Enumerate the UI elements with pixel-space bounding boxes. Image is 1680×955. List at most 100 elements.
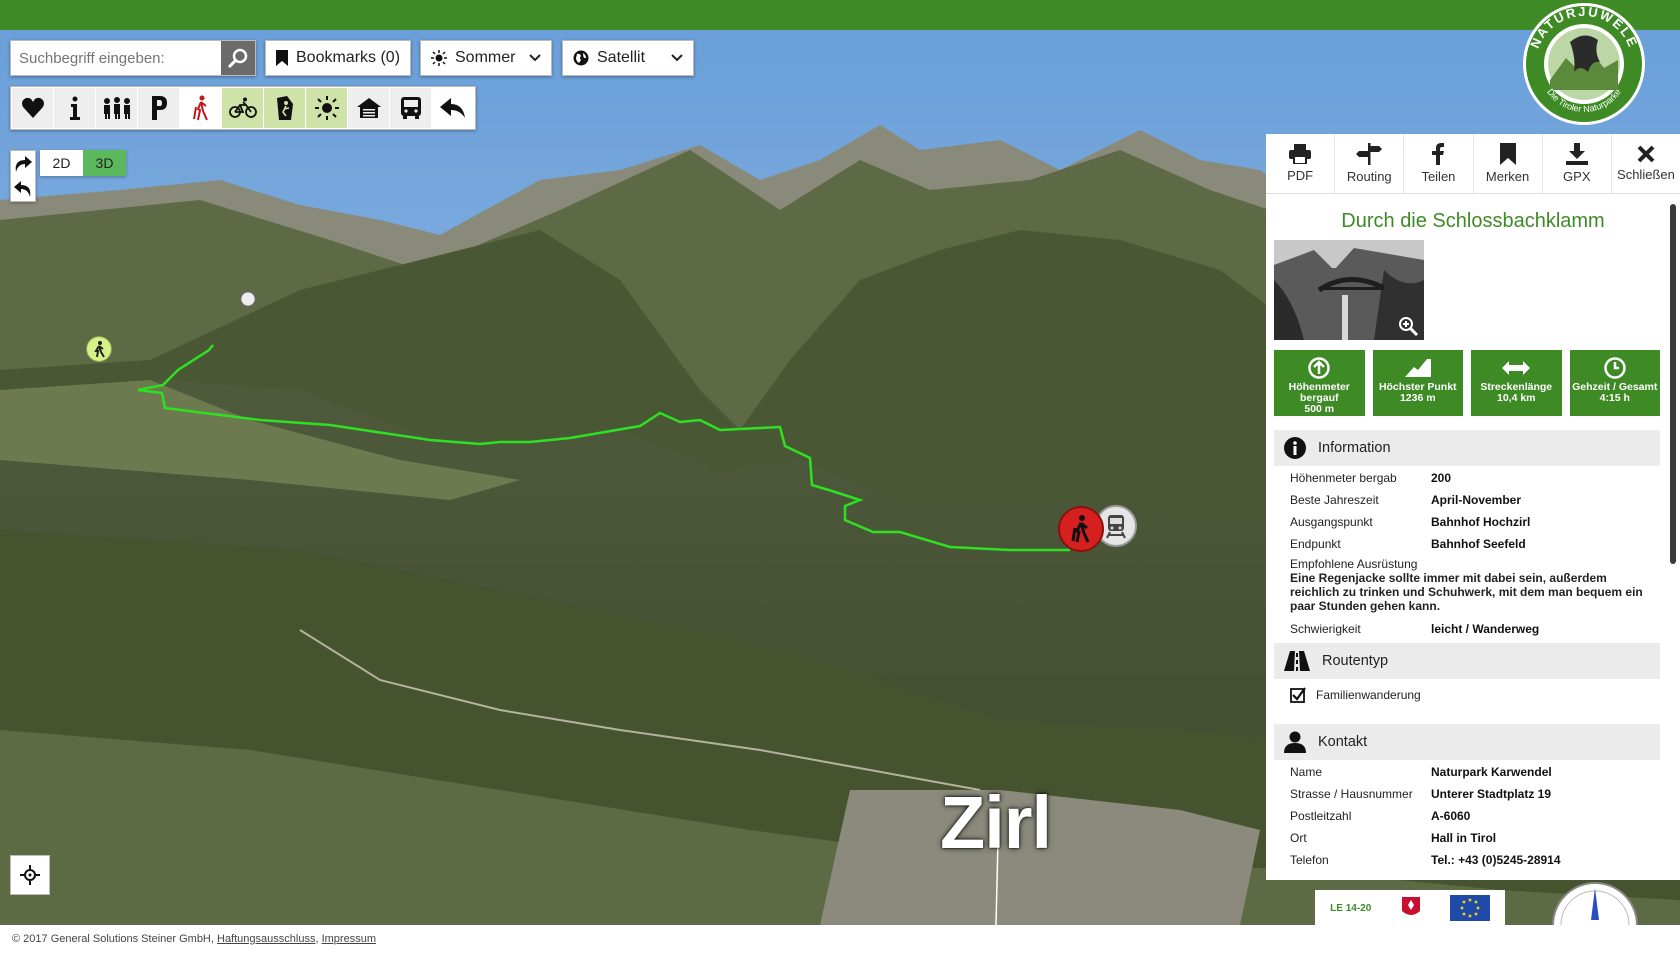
bookmarks-label: Bookmarks (0) xyxy=(296,49,401,66)
route-detail-panel: PDF Routing Teilen Merken GPX Schließen … xyxy=(1266,134,1680,880)
tirol-eagle-icon xyxy=(1401,897,1420,915)
contact-row: Name Naturpark Karwendel xyxy=(1290,765,1660,779)
road-icon xyxy=(1284,651,1310,671)
contact-row: Postleitzahl A-6060 xyxy=(1290,809,1660,823)
route-stats: Höhenmeter bergauf 500 m Höchster Punkt … xyxy=(1274,350,1660,416)
contact-value: Tel.: +43 (0)5245-28914 xyxy=(1431,853,1561,867)
section-information[interactable]: Information xyxy=(1274,430,1660,466)
2d-button[interactable]: 2D xyxy=(40,150,83,176)
bookmark-icon xyxy=(276,50,288,66)
hiking-icon xyxy=(94,341,105,358)
information-heading: Information xyxy=(1318,440,1391,456)
copyright-text: © 2017 General Solutions Steiner GmbH, xyxy=(12,933,214,945)
bus-icon xyxy=(400,97,421,119)
info-icon xyxy=(69,96,80,120)
hiking-filter-button[interactable] xyxy=(180,88,222,128)
routetype-label: Familienwanderung xyxy=(1316,688,1421,702)
arrow-up-circle-icon xyxy=(1308,357,1330,379)
contact-key: Telefon xyxy=(1290,853,1329,867)
search-box xyxy=(10,40,256,76)
stat-distance-value: 10,4 km xyxy=(1496,392,1536,404)
contact-value: A-6060 xyxy=(1431,809,1471,823)
search-icon xyxy=(228,48,248,69)
contact-key: Strasse / Hausnummer xyxy=(1290,787,1413,801)
route-photo[interactable] xyxy=(1274,240,1424,340)
map-layer-select[interactable]: Satellit xyxy=(562,40,694,76)
route-start-marker[interactable] xyxy=(1058,506,1104,552)
compass-icon xyxy=(1552,882,1638,925)
stat-distance: Streckenlänge 10,4 km xyxy=(1471,350,1562,416)
groups-button[interactable] xyxy=(96,88,138,128)
heart-icon xyxy=(21,97,44,118)
chevron-down-icon xyxy=(529,54,541,62)
disclaimer-link[interactable]: Haftungsausschluss xyxy=(217,933,315,945)
rotate-right-button[interactable] xyxy=(11,151,35,176)
group-icon xyxy=(103,97,130,119)
hiking-start-marker[interactable] xyxy=(86,336,112,362)
equipment-text: Eine Regenjacke sollte immer mit dabei s… xyxy=(1290,571,1643,613)
contact-row: Ort Hall in Tirol xyxy=(1290,831,1660,845)
season-label: Sommer xyxy=(455,49,516,66)
favorites-button[interactable] xyxy=(12,88,54,128)
close-button[interactable]: Schließen xyxy=(1612,134,1680,193)
gpx-button[interactable]: GPX xyxy=(1543,134,1612,193)
hiking-icon xyxy=(192,95,208,121)
huts-filter-button[interactable] xyxy=(348,88,390,128)
3d-button[interactable]: 3D xyxy=(83,150,126,176)
bus-filter-button[interactable] xyxy=(390,88,432,128)
person-icon xyxy=(1284,731,1306,753)
stat-highest-value: 1236 m xyxy=(1399,392,1436,404)
footer-separator: , xyxy=(315,933,319,945)
remember-label: Merken xyxy=(1485,169,1530,184)
stat-ascent: Höhenmeter bergauf 500 m xyxy=(1274,350,1365,416)
compass[interactable] xyxy=(1550,880,1640,925)
section-contact[interactable]: Kontakt xyxy=(1274,724,1660,760)
logo-badge: NATURJUWELE Die Tiroler Naturparke xyxy=(1523,3,1645,125)
imprint-link[interactable]: Impressum xyxy=(322,933,376,945)
info-row: Beste Jahreszeit April-November xyxy=(1290,493,1660,507)
parking-icon xyxy=(151,96,167,120)
back-button[interactable] xyxy=(432,88,474,128)
stat-highest-point: Höchster Punkt 1236 m xyxy=(1372,350,1463,416)
peak-icon xyxy=(1404,359,1431,377)
stat-ascent-label: Höhenmeter bergauf xyxy=(1288,381,1350,404)
top-bar xyxy=(0,0,1680,30)
redo-arrow-icon xyxy=(15,155,32,172)
rotate-left-button[interactable] xyxy=(11,176,35,201)
panel-scrollbar[interactable] xyxy=(1670,204,1676,564)
cycling-filter-button[interactable] xyxy=(222,88,264,128)
share-button[interactable]: Teilen xyxy=(1404,134,1474,193)
contact-row: Telefon Tel.: +43 (0)5245-28914 xyxy=(1290,853,1660,867)
info-button[interactable] xyxy=(54,88,96,128)
stat-time-value: 4:15 h xyxy=(1599,392,1630,404)
search-button[interactable] xyxy=(221,41,255,75)
info-value: Bahnhof Seefeld xyxy=(1431,537,1526,551)
sun-icon xyxy=(431,50,447,66)
zoom-in-icon[interactable] xyxy=(1398,316,1418,336)
weather-filter-button[interactable] xyxy=(306,88,348,128)
contact-key: Ort xyxy=(1290,831,1307,845)
info-value: Bahnhof Hochzirl xyxy=(1431,515,1531,529)
routetype-heading: Routentyp xyxy=(1322,653,1389,669)
search-input[interactable] xyxy=(11,41,222,75)
pdf-button[interactable]: PDF xyxy=(1266,134,1336,193)
parking-button[interactable] xyxy=(138,88,180,128)
remember-button[interactable]: Merken xyxy=(1474,134,1543,193)
info-row: Höhenmeter bergab 200 xyxy=(1290,471,1660,485)
crosshair-icon xyxy=(20,865,40,885)
layer-label: Satellit xyxy=(597,49,646,66)
info-key: Ausgangspunkt xyxy=(1290,515,1373,529)
locate-button[interactable] xyxy=(10,855,50,895)
contact-row: Strasse / Hausnummer Unterer Stadtplatz 1… xyxy=(1290,787,1660,801)
section-routetype[interactable]: Routentyp xyxy=(1274,643,1660,679)
naturjuwele-logo[interactable]: NATURJUWELE Die Tiroler Naturparke xyxy=(1522,2,1646,126)
climbing-filter-button[interactable] xyxy=(264,88,306,128)
checkbox-checked-icon[interactable] xyxy=(1290,687,1306,703)
train-icon xyxy=(1106,515,1126,539)
contact-key: Postleitzahl xyxy=(1290,809,1352,823)
season-select[interactable]: Sommer xyxy=(420,40,552,76)
routing-button[interactable]: Routing xyxy=(1335,134,1405,193)
gpx-label: GPX xyxy=(1563,169,1591,184)
bookmarks-button[interactable]: Bookmarks (0) xyxy=(265,40,411,76)
info-key: Endpunkt xyxy=(1290,537,1341,551)
